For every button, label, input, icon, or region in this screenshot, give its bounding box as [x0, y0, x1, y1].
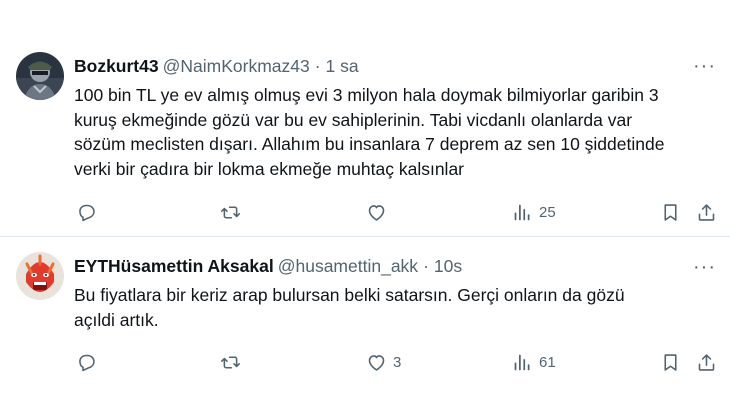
bookmark-button[interactable]: [660, 350, 681, 374]
user-handle[interactable]: @NaimKorkmaz43: [163, 56, 310, 76]
retweet-button[interactable]: [220, 350, 247, 374]
more-options-icon[interactable]: ···: [693, 257, 716, 277]
views-icon: [514, 354, 530, 370]
bookmark-button[interactable]: [660, 200, 681, 224]
bookmark-icon: [664, 353, 677, 371]
share-button[interactable]: [696, 200, 717, 224]
like-count: 3: [393, 353, 402, 371]
reply-icon: [79, 354, 95, 371]
retweet-icon: [220, 205, 241, 219]
avatar[interactable]: [16, 252, 64, 300]
action-bar: 3 61: [74, 350, 720, 374]
reply-icon: [79, 204, 95, 221]
more-options-icon[interactable]: ···: [693, 56, 716, 76]
views-button[interactable]: 25: [512, 200, 556, 224]
share-icon: [698, 203, 715, 221]
tweet-header: EYTHüsamettin Aksakal @husamettin_akk · 10s: [74, 254, 462, 278]
views-count: 61: [539, 353, 556, 371]
views-count: 25: [539, 203, 556, 221]
user-handle[interactable]: @husamettin_akk: [278, 256, 418, 276]
top-area: [0, 0, 730, 40]
timestamp[interactable]: 1 sa: [326, 56, 359, 76]
like-icon: [368, 354, 385, 371]
like-icon: [368, 204, 385, 221]
tweet-text: 100 bin TL ye ev almış olmuş evi 3 milyo…: [74, 85, 665, 179]
bookmark-icon: [664, 203, 677, 221]
action-bar: 25: [74, 200, 720, 224]
avatar[interactable]: [16, 52, 64, 100]
reply-button[interactable]: [76, 350, 103, 374]
reply-button[interactable]: [76, 200, 103, 224]
like-button[interactable]: [366, 200, 393, 224]
tweet[interactable]: EYTHüsamettin Aksakal @husamettin_akk · 10s…: [0, 237, 730, 420]
tweet-header: Bozkurt43 @NaimKorkmaz43 · 1 sa: [74, 54, 359, 78]
display-name[interactable]: EYTHüsamettin Aksakal: [74, 256, 274, 276]
retweet-button[interactable]: [220, 200, 247, 224]
tweet[interactable]: Bozkurt43 @NaimKorkmaz43 · 1 sa ··· 100 bin…: [0, 40, 730, 236]
timestamp[interactable]: 10s: [434, 256, 462, 276]
separator-dot: ·: [314, 56, 321, 76]
views-icon: [514, 204, 530, 220]
views-button[interactable]: 61: [512, 350, 556, 374]
like-button[interactable]: 3: [366, 350, 401, 374]
separator-dot: ·: [423, 256, 429, 276]
display-name[interactable]: Bozkurt43: [74, 56, 159, 76]
tweet-text: Bu fiyatlara bir keriz arap bulursan bel…: [74, 285, 625, 330]
retweet-icon: [220, 355, 241, 369]
share-icon: [698, 353, 715, 371]
share-button[interactable]: [696, 350, 717, 374]
